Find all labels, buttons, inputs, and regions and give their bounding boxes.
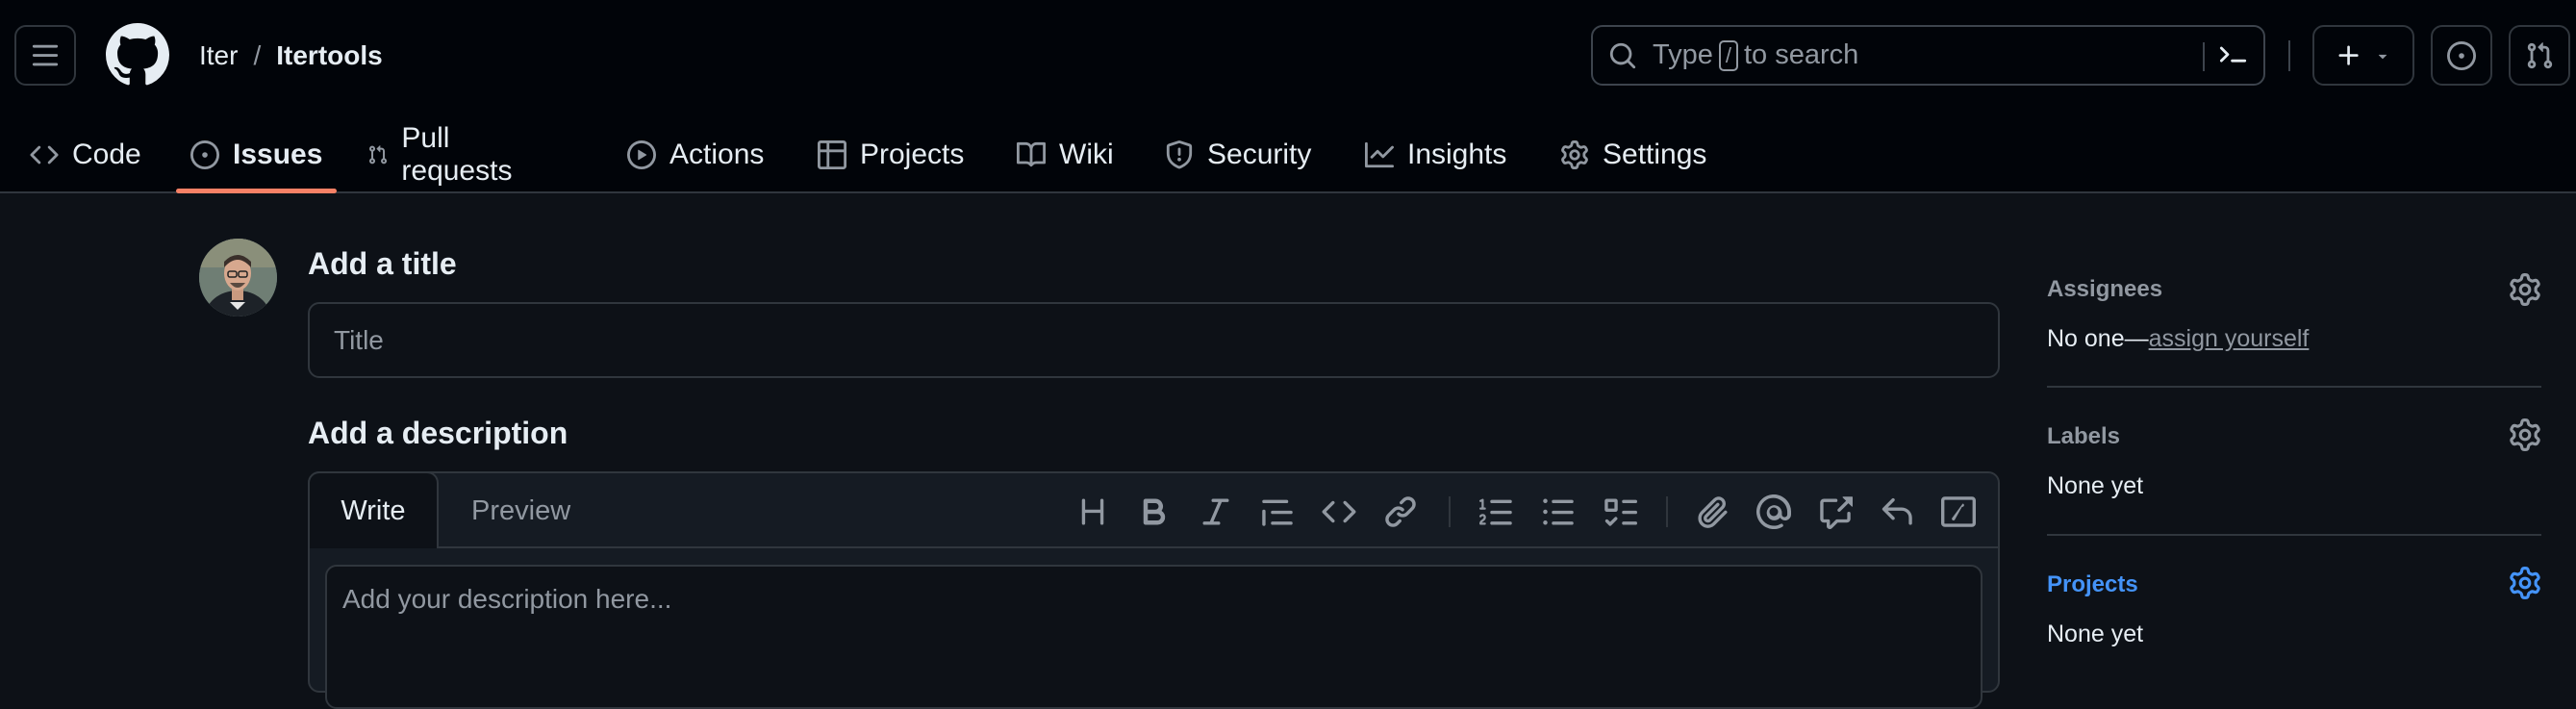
code-icon xyxy=(30,145,59,164)
title-placeholder: Title xyxy=(334,324,384,355)
avatar[interactable] xyxy=(199,239,277,317)
tab-projects[interactable]: Projects xyxy=(818,115,964,193)
tab-pull-requests[interactable]: Pull requests xyxy=(367,115,520,193)
unordered-list-icon[interactable] xyxy=(1541,494,1576,529)
tab-label: Insights xyxy=(1407,138,1507,170)
ordered-list-icon[interactable] xyxy=(1479,494,1514,529)
pull-request-icon xyxy=(2527,41,2553,68)
tab-label: Wiki xyxy=(1059,138,1114,170)
search-shortcut-key: / xyxy=(1718,39,1738,71)
terminal-icon[interactable] xyxy=(2219,41,2248,70)
projects-value: None yet xyxy=(2047,620,2144,647)
assignees-none-text: No one— xyxy=(2047,325,2149,352)
shield-icon xyxy=(1166,139,1193,168)
paperclip-icon[interactable] xyxy=(1695,494,1730,529)
task-list-icon[interactable] xyxy=(1603,494,1637,529)
tab-write[interactable]: Write xyxy=(308,471,439,548)
book-icon xyxy=(1017,141,1046,166)
menu-icon xyxy=(32,44,59,65)
table-icon xyxy=(818,139,846,169)
play-icon xyxy=(627,139,656,169)
bold-icon[interactable] xyxy=(1137,494,1172,529)
plus-icon xyxy=(2338,45,2359,65)
tab-code[interactable]: Code xyxy=(30,115,141,193)
create-new-button[interactable] xyxy=(2312,25,2414,86)
title-heading: Add a title xyxy=(308,246,457,281)
mention-icon[interactable] xyxy=(1756,494,1791,529)
description-placeholder: Add your description here... xyxy=(342,584,672,614)
tab-label: Projects xyxy=(860,138,965,170)
repo-name-link[interactable]: Itertools xyxy=(276,40,382,71)
assignees-value: No one—assign yourself xyxy=(2047,325,2309,353)
your-pull-requests-button[interactable] xyxy=(2509,25,2570,86)
tab-label: Actions xyxy=(669,138,765,170)
tab-label: Code xyxy=(72,138,141,170)
breadcrumb-separator: / xyxy=(253,40,262,70)
tab-label: Issues xyxy=(233,138,323,170)
reply-icon[interactable] xyxy=(1880,494,1914,529)
your-issues-button[interactable] xyxy=(2431,25,2492,86)
italic-icon[interactable] xyxy=(1199,494,1233,529)
tab-issues[interactable]: Issues xyxy=(190,115,322,193)
issue-opened-icon xyxy=(190,139,219,169)
tab-label: Settings xyxy=(1603,138,1707,170)
labels-value: None yet xyxy=(2047,472,2144,499)
issue-opened-icon xyxy=(2447,40,2476,70)
code-icon[interactable] xyxy=(1322,494,1356,529)
graph-icon xyxy=(1365,141,1394,167)
search-suffix: to search xyxy=(1744,39,1859,70)
breadcrumb: Iter / Itertools xyxy=(199,37,383,75)
gear-icon[interactable] xyxy=(2509,273,2541,306)
tab-actions[interactable]: Actions xyxy=(627,115,764,193)
sidebar-divider xyxy=(2047,534,2541,536)
search-icon xyxy=(1609,42,1636,68)
description-heading: Add a description xyxy=(308,416,568,450)
tab-label: Security xyxy=(1207,138,1312,170)
tab-label: Pull requests xyxy=(401,121,513,187)
menu-button[interactable] xyxy=(14,25,76,86)
search-input[interactable]: Type / to search xyxy=(1591,25,2265,86)
chevron-down-icon xyxy=(2378,54,2387,59)
gear-icon xyxy=(1561,139,1588,169)
github-logo-icon[interactable] xyxy=(106,23,169,87)
description-editor: Write Preview Add your description here.… xyxy=(308,471,2000,709)
assign-yourself-link[interactable]: assign yourself xyxy=(2149,325,2310,352)
assignees-heading[interactable]: Assignees xyxy=(2047,276,2162,303)
tab-settings[interactable]: Settings xyxy=(1560,115,1706,193)
tab-security[interactable]: Security xyxy=(1165,115,1311,193)
quote-icon[interactable] xyxy=(1260,494,1295,529)
gear-icon[interactable] xyxy=(2509,567,2541,599)
header-divider xyxy=(2288,40,2290,71)
toolbar-divider xyxy=(1449,496,1451,527)
gear-icon[interactable] xyxy=(2509,418,2541,451)
projects-heading[interactable]: Projects xyxy=(2047,571,2138,598)
app-header: Iter / Itertools Type / to search Code I… xyxy=(0,0,2576,193)
tab-wiki[interactable]: Wiki xyxy=(1017,115,1114,193)
toolbar-divider xyxy=(1666,496,1668,527)
tab-preview[interactable]: Preview xyxy=(471,473,570,548)
heading-icon[interactable] xyxy=(1075,494,1110,529)
slash-command-icon[interactable] xyxy=(1941,494,1976,529)
pull-request-icon xyxy=(369,144,388,164)
search-prefix: Type xyxy=(1653,39,1713,70)
sidebar-divider xyxy=(2047,386,2541,388)
link-icon[interactable] xyxy=(1383,494,1418,529)
tab-insights[interactable]: Insights xyxy=(1365,115,1506,193)
description-textarea[interactable]: Add your description here... xyxy=(325,565,1983,709)
editor-tabbar-border xyxy=(439,546,1998,548)
labels-heading[interactable]: Labels xyxy=(2047,423,2120,450)
cross-reference-icon[interactable] xyxy=(1818,494,1853,529)
active-tab-indicator xyxy=(176,189,337,193)
title-input[interactable]: Title xyxy=(308,302,2000,378)
repo-owner-link[interactable]: Iter xyxy=(199,40,238,71)
